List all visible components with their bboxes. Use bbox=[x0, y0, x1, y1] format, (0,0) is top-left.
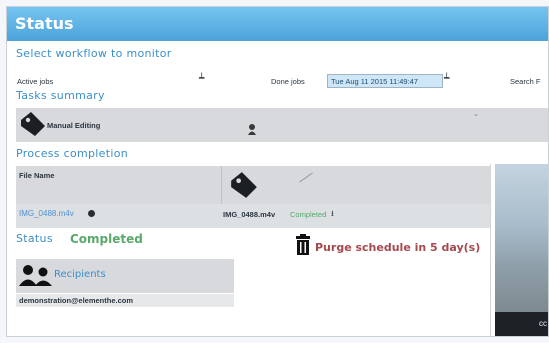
recipient-email: demonstration@elementhe.com bbox=[19, 296, 134, 305]
section-heading-process: Process completion bbox=[16, 147, 128, 160]
done-jobs-label: Done jobs bbox=[271, 77, 305, 86]
file-name-label: File Name bbox=[19, 171, 55, 180]
done-jobs-dropdown-arrow-icon[interactable]: ┷ bbox=[444, 73, 449, 84]
page-title: Status bbox=[15, 14, 74, 33]
file-link[interactable]: IMG_0488.m4v bbox=[19, 209, 74, 218]
status-window: Status Select workflow to monitor Active… bbox=[6, 6, 549, 337]
active-jobs-dropdown-arrow-icon[interactable]: ┷ bbox=[199, 73, 204, 84]
active-jobs-label: Active jobs bbox=[17, 77, 54, 86]
section-heading-workflow: Select workflow to monitor bbox=[16, 47, 172, 60]
preview-divider bbox=[490, 164, 491, 336]
manual-editing-label: Manual Editing bbox=[47, 121, 101, 130]
users-icon bbox=[19, 265, 52, 286]
purge-schedule-text: Purge schedule in 5 day(s) bbox=[315, 241, 481, 254]
recipients-label: Recipients bbox=[54, 269, 106, 280]
row-status: Completed bbox=[290, 210, 327, 219]
trash-icon[interactable] bbox=[294, 234, 312, 256]
preview-caption-bar: cc bbox=[495, 312, 548, 336]
status-value: Completed bbox=[70, 232, 143, 246]
preview-caption: cc bbox=[539, 319, 547, 328]
status-dot-icon bbox=[88, 210, 95, 217]
search-label: Search F bbox=[510, 77, 541, 86]
row-filename: IMG_0488.m4v bbox=[223, 210, 276, 219]
title-bar: Status bbox=[7, 7, 548, 41]
collapse-arrow-icon[interactable]: ⌄ bbox=[473, 110, 479, 118]
section-heading-tasks: Tasks summary bbox=[16, 89, 105, 102]
done-jobs-select[interactable]: Tue Aug 11 2015 11:49:47 bbox=[327, 74, 443, 88]
status-label: Status bbox=[16, 232, 53, 245]
tag-icon bbox=[231, 172, 257, 198]
user-icon bbox=[248, 124, 256, 135]
download-icon[interactable]: ⭳ bbox=[331, 208, 334, 222]
video-preview-thumbnail[interactable]: cc bbox=[495, 164, 548, 336]
tag-icon bbox=[21, 112, 45, 136]
